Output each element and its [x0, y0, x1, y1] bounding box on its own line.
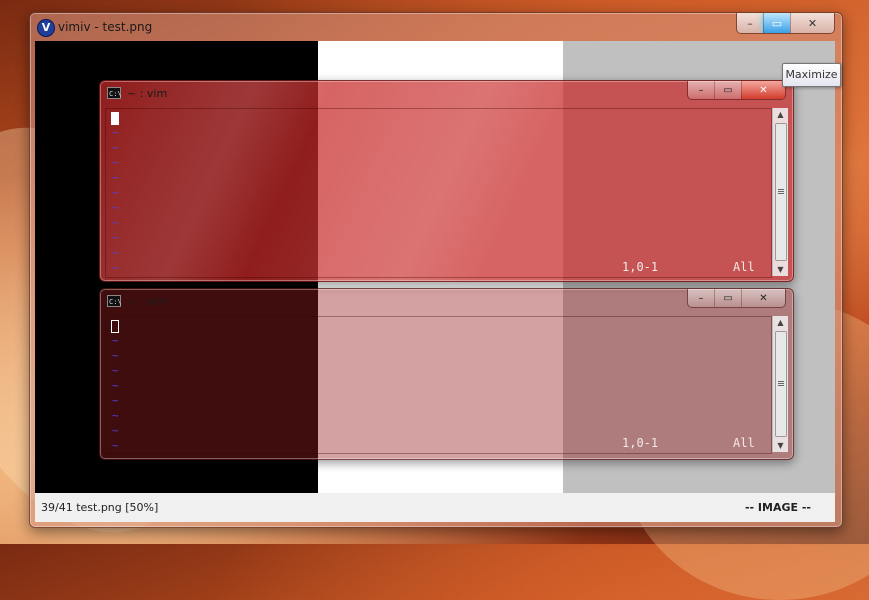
close-icon: ✕ — [759, 292, 768, 304]
maximize-icon: ▭ — [771, 16, 783, 30]
cursor-position: 1,0-1 — [622, 436, 659, 450]
empty-line-marker: ~ — [112, 171, 119, 184]
empty-line-marker: ~ — [112, 364, 119, 377]
empty-line-marker: ~ — [112, 141, 119, 154]
empty-line-marker: ~ — [112, 126, 119, 139]
empty-line-marker: ~ — [112, 216, 119, 229]
empty-line-marker: ~ — [112, 424, 119, 437]
cursor-position: 1,0-1 — [622, 260, 659, 274]
vimiv-app-icon[interactable]: V — [37, 19, 55, 37]
image-info: 39/41 test.png [50%] — [41, 501, 159, 514]
scroll-indicator: All — [733, 260, 755, 274]
empty-line-marker: ~ — [112, 261, 119, 274]
empty-line-marker: ~ — [112, 394, 119, 407]
empty-line-marker: ~ — [112, 246, 119, 259]
scroll-up-icon[interactable]: ▲ — [773, 316, 788, 329]
scroll-thumb[interactable] — [775, 331, 787, 437]
minimize-icon: – — [698, 84, 704, 96]
scroll-down-icon[interactable]: ▼ — [773, 263, 788, 276]
minimize-button[interactable]: – — [688, 81, 714, 99]
window-caption-buttons: – ▭ ✕ — [736, 13, 835, 34]
close-icon: ✕ — [807, 16, 818, 30]
cmd-icon: C:\ — [107, 87, 122, 99]
maximize-button[interactable]: ▭ — [763, 13, 790, 33]
scroll-indicator: All — [733, 436, 755, 450]
scrollbar[interactable]: ▲ ▼ — [772, 316, 788, 452]
maximize-tooltip: Maximize — [782, 63, 841, 87]
minimize-button[interactable]: – — [737, 13, 763, 33]
terminal-area[interactable]: ~ ~ ~ ~ ~ ~ ~ ~ ~ ~ 1,0-1 All — [105, 108, 772, 278]
text-cursor — [111, 320, 119, 333]
close-icon: ✕ — [759, 84, 768, 96]
maximize-button[interactable]: ▭ — [714, 81, 741, 99]
window-title: vimiv - test.png — [58, 20, 153, 34]
maximize-icon: ▭ — [723, 292, 733, 304]
empty-line-marker: ~ — [112, 334, 119, 347]
grip-icon — [778, 189, 784, 195]
vim-caption-buttons: – ▭ ✕ — [687, 289, 786, 308]
empty-line-marker: ~ — [112, 439, 119, 452]
empty-line-marker: ~ — [112, 156, 119, 169]
minimize-icon: – — [747, 16, 753, 30]
cmd-icon: C:\ — [107, 295, 122, 307]
scroll-down-icon[interactable]: ▼ — [773, 439, 788, 452]
vim-caption-buttons: – ▭ ✕ — [687, 81, 786, 100]
close-button[interactable]: ✕ — [741, 81, 785, 99]
minimize-icon: – — [698, 292, 704, 304]
maximize-button[interactable]: ▭ — [714, 289, 741, 307]
close-button[interactable]: ✕ — [790, 13, 834, 33]
maximize-icon: ▭ — [723, 84, 733, 96]
grip-icon — [778, 381, 784, 387]
close-button[interactable]: ✕ — [741, 289, 785, 307]
mode-indicator: -- IMAGE -- — [744, 501, 811, 514]
empty-line-marker: ~ — [112, 231, 119, 244]
vim-window-2: C:\ ~ : vim – ▭ ✕ ~ ~ ~ ~ ~ ~ ~ ~ 1,0-1 … — [99, 288, 794, 460]
empty-line-marker: ~ — [112, 186, 119, 199]
scroll-up-icon[interactable]: ▲ — [773, 108, 788, 121]
vim-window-title: ~ : vim — [127, 87, 168, 100]
empty-line-marker: ~ — [112, 409, 119, 422]
vim-window-title: ~ : vim — [127, 295, 168, 308]
scroll-thumb[interactable] — [775, 123, 787, 261]
status-bar: 39/41 test.png [50%] -- IMAGE -- — [35, 493, 835, 522]
empty-line-marker: ~ — [112, 349, 119, 362]
terminal-area[interactable]: ~ ~ ~ ~ ~ ~ ~ ~ 1,0-1 All — [105, 316, 772, 454]
vim-window-1: C:\ ~ : vim – ▭ ✕ ~ ~ ~ ~ ~ ~ ~ ~ ~ ~ 1,… — [99, 80, 794, 282]
scrollbar[interactable]: ▲ ▼ — [772, 108, 788, 276]
minimize-button[interactable]: – — [688, 289, 714, 307]
text-cursor — [111, 112, 119, 125]
empty-line-marker: ~ — [112, 379, 119, 392]
empty-line-marker: ~ — [112, 201, 119, 214]
